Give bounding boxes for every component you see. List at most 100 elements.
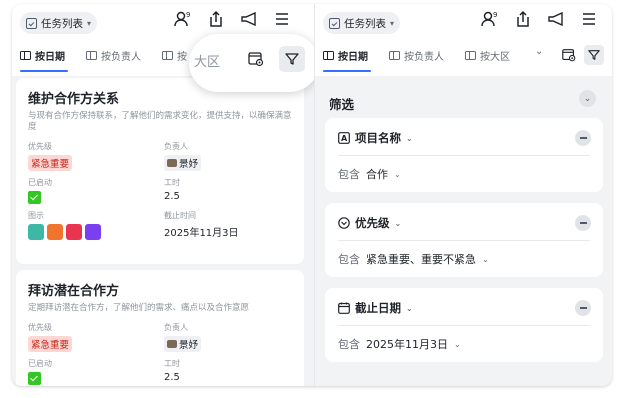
condition-header[interactable]: 截止日期 ⌄ — [338, 300, 413, 316]
tab-label: 按负责人 — [404, 52, 444, 63]
tab-label: 按日期 — [338, 52, 368, 63]
attachment-thumbnails — [28, 224, 164, 240]
filter-condition-project-name[interactable]: A 项目名称 ⌄ 包含 合作 ⌄ — [325, 118, 603, 192]
calendar-icon — [338, 302, 350, 314]
condition-operator: 包含 — [338, 168, 360, 181]
table-icon — [162, 51, 173, 60]
condition-field-name: 项目名称 — [355, 131, 401, 145]
owner-field: 负责人 景妤 — [164, 322, 294, 352]
share-icon[interactable]: 9 — [172, 10, 192, 28]
thumbnail[interactable] — [85, 224, 101, 240]
thumbnail[interactable] — [47, 224, 63, 240]
remove-condition-button[interactable] — [575, 130, 591, 146]
svg-text:9: 9 — [493, 11, 497, 19]
condition-value[interactable]: 包含 2025年11月3日 ⌄ — [338, 336, 461, 352]
checkbox-checked[interactable] — [28, 372, 41, 385]
right-header: 任务列表 ▾ 9 按日期 按负责人 按大区 ⌄ — [315, 4, 612, 76]
remove-condition-button[interactable] — [575, 300, 591, 316]
deadline-field: 截止时间 2025年11月3日 — [164, 210, 294, 240]
tab-by-owner[interactable]: 按负责人 — [389, 48, 444, 63]
field-label: 已启动 — [28, 178, 52, 187]
condition-value-text: 2025年11月3日 — [366, 338, 448, 351]
owner-name: 景妤 — [179, 159, 199, 170]
condition-field-name: 优先级 — [355, 216, 390, 230]
thumbnail[interactable] — [66, 224, 82, 240]
text-field-icon: A — [338, 132, 350, 144]
menu-icon[interactable] — [581, 10, 597, 28]
filter-condition-deadline[interactable]: 截止日期 ⌄ 包含 2025年11月3日 ⌄ — [325, 288, 603, 362]
owner-tag: 景妤 — [164, 336, 202, 352]
chevron-down-icon: ⌄ — [394, 218, 402, 228]
tab-by-region-label[interactable]: 大区 — [194, 51, 220, 70]
tab-label: 按大区 — [480, 52, 510, 63]
chevron-down-icon: ⌄ — [406, 133, 413, 143]
task-list-icon — [26, 17, 37, 29]
thumbnail[interactable] — [28, 224, 44, 240]
hours-field: 工时 2.5 — [164, 177, 294, 204]
option-field-icon — [338, 217, 350, 229]
toolbar-popover: 大区 — [189, 34, 319, 92]
condition-value-text: 合作 — [366, 168, 388, 181]
left-toolbar: 9 — [172, 10, 290, 28]
divider — [338, 155, 590, 156]
checkbox-checked[interactable] — [28, 191, 41, 204]
owner-tag: 景妤 — [164, 155, 202, 171]
field-label: 图示 — [28, 211, 44, 220]
started-field: 已启动 — [28, 358, 164, 385]
field-label: 工时 — [164, 359, 180, 368]
chevron-down-icon: ▾ — [390, 18, 395, 28]
owner-field: 负责人 景妤 — [164, 141, 294, 171]
task-card[interactable]: 维护合作方关系 与现有合作方保持联系，了解他们的需求变化，提供支持，以确保满意度… — [16, 78, 304, 264]
table-icon — [323, 51, 334, 60]
priority-tag: 紧急重要 — [28, 336, 73, 352]
card-title: 拜访潜在合作方 — [28, 284, 120, 299]
collapse-button[interactable]: ⌄ — [579, 90, 596, 107]
export-icon[interactable] — [208, 10, 224, 28]
filter-button[interactable] — [279, 46, 305, 72]
field-label: 优先级 — [28, 323, 52, 332]
condition-value[interactable]: 包含 合作 ⌄ — [338, 166, 401, 182]
divider — [338, 240, 590, 241]
tab-label: 按负责人 — [101, 52, 141, 63]
export-icon[interactable] — [515, 10, 531, 28]
filter-condition-priority[interactable]: 优先级 ⌄ 包含 紧急重要、重要不紧急 ⌄ — [325, 203, 603, 277]
filter-title: 筛选 — [329, 97, 355, 112]
tab-by-owner[interactable]: 按负责人 — [86, 48, 141, 63]
gear-icon[interactable] — [247, 50, 265, 72]
gear-icon[interactable] — [561, 47, 577, 67]
condition-value[interactable]: 包含 紧急重要、重要不紧急 ⌄ — [338, 251, 489, 267]
active-tab-indicator — [20, 70, 68, 72]
card-fields: 优先级 紧急重要 负责人 景妤 已启动 工时 2.5 — [28, 141, 292, 240]
share-icon[interactable]: 9 — [479, 10, 499, 28]
task-card[interactable]: 拜访潜在合作方 定期拜访潜在合作方，了解他们的需求、痛点以及合作意愿 优先级 紧… — [16, 270, 304, 386]
priority-field: 优先级 紧急重要 — [28, 322, 164, 352]
app-frame: 任务列表 ▾ 9 按日期 按负责人 按 维护合作方关系 与现有合作方保持联系，了… — [12, 4, 612, 386]
svg-text:9: 9 — [186, 11, 190, 19]
filter-panel: 筛选 ⌄ A 项目名称 ⌄ 包含 合作 ⌄ 优先级 ⌄ 包含 紧急重要、重要不紧… — [315, 76, 612, 386]
remove-condition-button[interactable] — [575, 215, 591, 231]
condition-header[interactable]: A 项目名称 ⌄ — [338, 130, 413, 146]
more-tabs-chevron[interactable]: ⌄ — [535, 46, 543, 57]
menu-icon[interactable] — [274, 10, 290, 28]
task-list-icon — [329, 17, 340, 29]
tab-bar: 按日期 按负责人 按大区 ⌄ — [315, 40, 612, 76]
chevron-down-icon: ▾ — [87, 18, 92, 28]
avatar — [167, 159, 177, 167]
announce-icon[interactable] — [240, 10, 258, 28]
svg-text:A: A — [341, 134, 348, 143]
tab-by-date[interactable]: 按日期 — [323, 48, 368, 63]
right-pane: 任务列表 ▾ 9 按日期 按负责人 按大区 ⌄ 筛选 ⌄ A 项目名称 ⌄ 包含… — [314, 4, 612, 386]
announce-icon[interactable] — [547, 10, 565, 28]
field-label: 负责人 — [164, 323, 188, 332]
condition-operator: 包含 — [338, 338, 360, 351]
tab-by-date[interactable]: 按日期 — [20, 48, 65, 63]
tab-label: 按 — [177, 52, 187, 63]
chevron-down-icon: ⌄ — [535, 46, 544, 57]
condition-header[interactable]: 优先级 ⌄ — [338, 215, 401, 231]
table-icon — [389, 51, 400, 60]
filter-button[interactable] — [584, 45, 604, 65]
view-selector[interactable]: 任务列表 ▾ — [20, 12, 98, 34]
tab-by-region-partial[interactable]: 按 — [162, 48, 187, 63]
view-selector[interactable]: 任务列表 ▾ — [323, 12, 401, 34]
tab-by-region[interactable]: 按大区 — [465, 48, 510, 63]
